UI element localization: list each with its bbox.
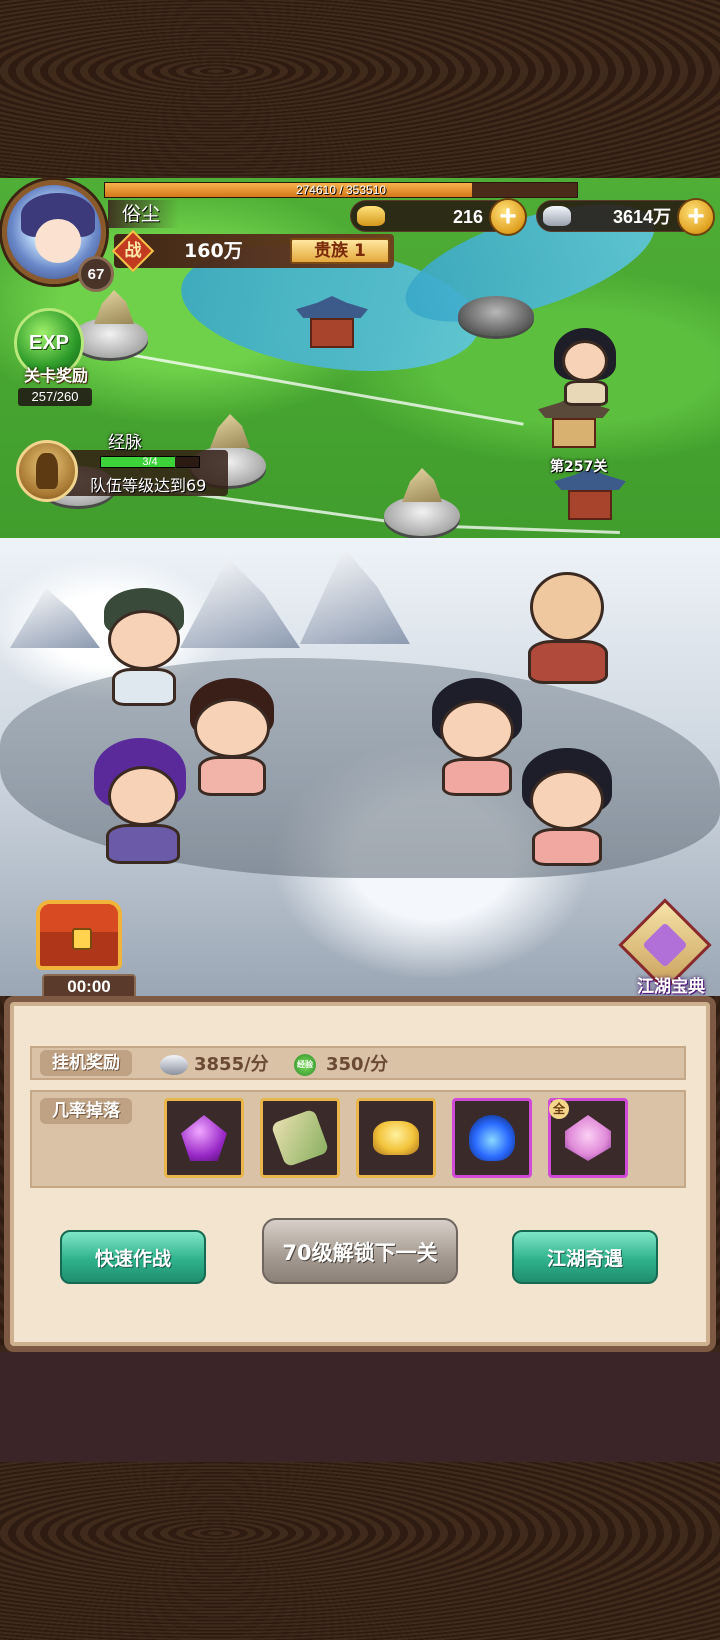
meridian-title: 经脉: [108, 433, 142, 453]
combat-power-icon: 战: [111, 229, 155, 273]
silver-ingot-icon: [543, 206, 571, 226]
enemy-monk: [518, 568, 618, 688]
gold-value: 216: [452, 207, 483, 227]
unlock-next-stage-button[interactable]: 70级解锁下一关: [262, 1218, 458, 1284]
stage-reward-count: 257/260: [18, 388, 92, 406]
top-border-pattern: [0, 0, 720, 178]
player-level-badge: 67: [78, 256, 114, 292]
hero-purple-warrior: [86, 738, 196, 868]
idle-exp-rate: 经验 350/分: [292, 1052, 388, 1078]
combat-power-value: 160万: [184, 240, 243, 262]
gold-ingot-icon: [357, 206, 385, 226]
battle-scene: 第257关: [0, 178, 720, 996]
quick-battle-button[interactable]: 快速作战: [60, 1230, 206, 1284]
jianghu-codex-label[interactable]: 江湖宝典: [626, 972, 716, 997]
enemy-swordswoman: [428, 678, 528, 798]
silver-currency: 3614万 +: [536, 198, 715, 236]
hero-scholar: [94, 588, 194, 708]
drop-label: 几率掉落: [40, 1098, 132, 1124]
jianghu-adventure-button[interactable]: 江湖奇遇: [512, 1230, 658, 1284]
meridian-requirement: 队伍等级达到69: [90, 476, 207, 495]
exp-bar: 274610 / 353510: [104, 182, 578, 198]
current-stage-label: 第257关: [550, 459, 608, 475]
pagoda-icon: [296, 296, 368, 352]
exp-text: 274610 / 353510: [295, 183, 387, 197]
rock-icon: [402, 468, 442, 502]
gold-ingot-icon: [373, 1121, 419, 1155]
treasure-chest-icon[interactable]: [36, 900, 122, 970]
idle-silver-rate: 3855/分: [160, 1052, 269, 1078]
locked-map-node[interactable]: [458, 296, 534, 336]
drop-item-gold-ingot[interactable]: [356, 1098, 436, 1178]
drop-item-blue-soul[interactable]: [452, 1098, 532, 1178]
drop-item-pink-treasure[interactable]: 全: [548, 1098, 628, 1178]
blue-soul-icon: [469, 1115, 515, 1161]
purple-gem-icon: [181, 1115, 227, 1161]
silver-value: 3614万: [612, 207, 671, 227]
panel-backdrop: [0, 1352, 720, 1462]
full-set-tag: 全: [549, 1099, 569, 1119]
stage-reward-label[interactable]: 关卡奖励: [10, 362, 102, 386]
drop-item-purple-gem[interactable]: [164, 1098, 244, 1178]
add-silver-button[interactable]: +: [677, 198, 715, 236]
rock-icon: [94, 290, 134, 324]
silver-ingot-icon: [160, 1055, 188, 1075]
bottom-border-pattern: [0, 1462, 720, 1640]
boss-swordsman[interactable]: [548, 328, 628, 408]
drop-item-scroll[interactable]: [260, 1098, 340, 1178]
hero-maiden: [184, 678, 280, 798]
idle-reward-row: 挂机奖励 3855/分 经验 350/分: [30, 1046, 686, 1080]
scroll-icon: [270, 1108, 330, 1168]
meridian-progress-text: 3/4: [142, 456, 158, 468]
noble-rank-badge[interactable]: 贵族 1: [290, 238, 390, 264]
combat-power-bar: 战 160万 贵族 1: [111, 229, 394, 273]
enemy-swordswoman: [518, 748, 618, 868]
rock-icon: [210, 414, 250, 448]
exp-orb-icon: 经验: [294, 1054, 316, 1076]
meridian-statue-icon[interactable]: [16, 440, 78, 502]
pink-treasure-icon: [565, 1115, 611, 1161]
meridian-progress-bar: 3/4: [100, 456, 200, 468]
map-node[interactable]: [384, 496, 460, 536]
top-hud: 274610 / 353510 67 俗尘 216 + 3614万 + 战 16…: [0, 178, 720, 292]
pagoda-icon: [554, 468, 626, 524]
idle-reward-label: 挂机奖励: [40, 1050, 132, 1076]
player-name: 俗尘: [108, 200, 178, 228]
gold-currency: 216 +: [350, 198, 527, 236]
add-gold-button[interactable]: +: [489, 198, 527, 236]
